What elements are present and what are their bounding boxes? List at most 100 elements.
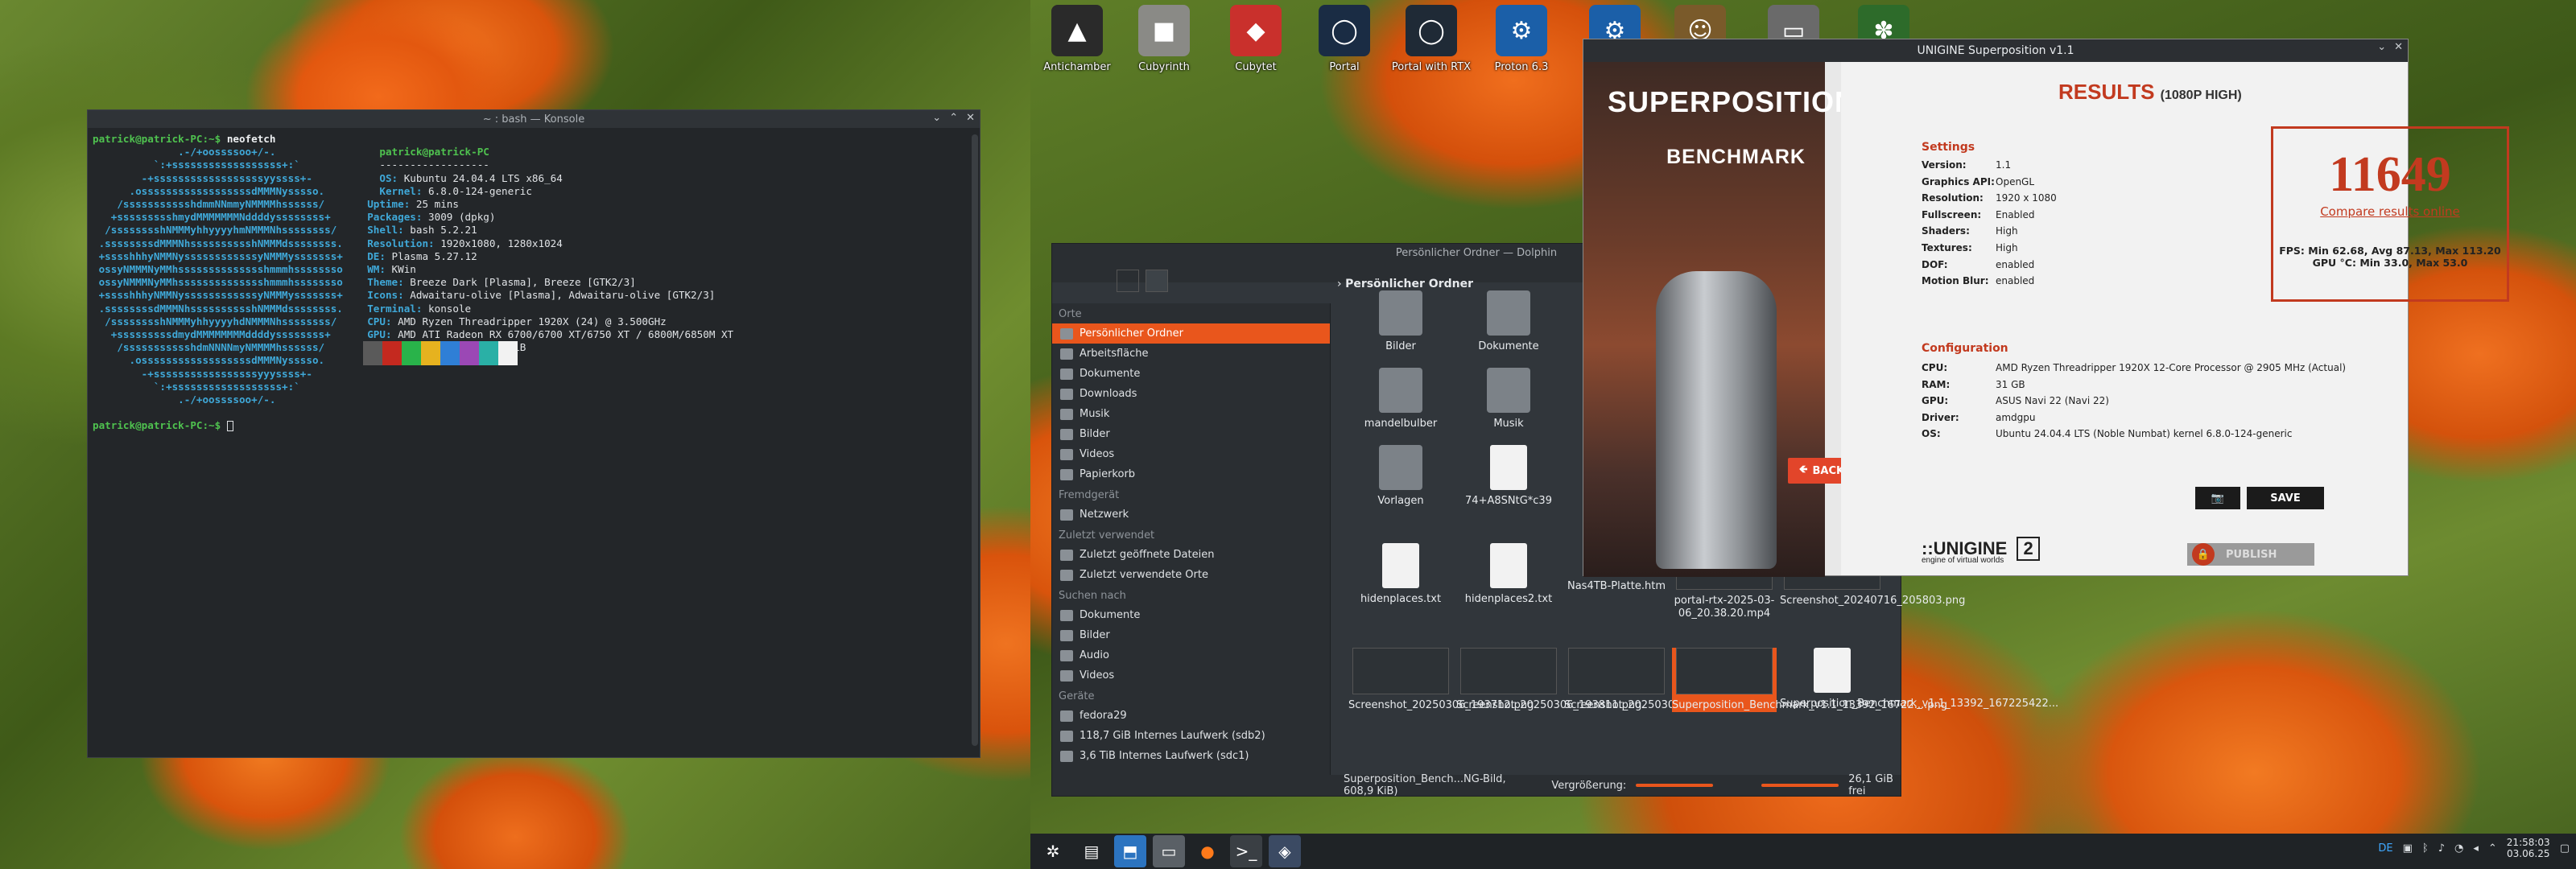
- place-item[interactable]: fedora29: [1052, 706, 1330, 726]
- place-item[interactable]: Audio: [1052, 645, 1330, 665]
- breadcrumb[interactable]: › Persönlicher Ordner: [1337, 278, 1473, 290]
- file-item[interactable]: Bilder: [1348, 290, 1453, 353]
- details-view-button[interactable]: [1146, 270, 1168, 292]
- zoom-slider[interactable]: [1636, 784, 1714, 787]
- file-item[interactable]: Screenshot_20250306_193811.png: [1456, 648, 1641, 712]
- place-item[interactable]: Downloads: [1052, 384, 1330, 404]
- file-item[interactable]: Musik: [1456, 368, 1561, 430]
- file-item[interactable]: mandelbulber: [1348, 368, 1453, 430]
- taskbar: ✲ ▤ ⬒ ▭ ● >_ ◈ DE ▣ ᛒ ♪ ◔ ◂ ⌃ 21:58:03 03…: [1030, 834, 2576, 869]
- superposition-titlebar[interactable]: UNIGINE Superposition v1.1 ⌄ ✕: [1583, 39, 2408, 62]
- ascii-art: .-/+oossssoo+/-.: [93, 146, 361, 159]
- place-item[interactable]: Dokumente: [1052, 605, 1330, 625]
- network-icon[interactable]: ◔: [2454, 842, 2463, 855]
- terminal-line: +sssssssssdmydMMMMMMMMddddyssssssss+ GPU…: [93, 328, 975, 341]
- terminal-line: .-/+oossssoo+/-. patrick@patrick-PC: [93, 146, 975, 159]
- thumbnail: [1352, 648, 1449, 694]
- konsole-window[interactable]: ~ : bash — Konsole ⌄ ⌃ ✕ patrick@patrick…: [87, 109, 980, 758]
- terminal-line: ossyNMMMNyMMhsssssssssssssshmmmhssssssso…: [93, 276, 975, 289]
- place-item[interactable]: Zuletzt geöffnete Dateien: [1052, 545, 1330, 565]
- clock[interactable]: 21:58:03 03.06.25: [2507, 837, 2550, 859]
- terminal-scrollbar[interactable]: [972, 134, 978, 746]
- place-item[interactable]: 118,7 GiB Internes Laufwerk (sdb2): [1052, 726, 1330, 746]
- file-item[interactable]: hidenplaces2.txt: [1456, 543, 1561, 606]
- place-item[interactable]: 3,6 TiB Internes Laufwerk (sdc1): [1052, 746, 1330, 766]
- info-value: AMD Ryzen Threadripper 1920X (24) @ 3.50…: [391, 315, 667, 327]
- file-item[interactable]: hidenplaces.txt: [1348, 543, 1453, 606]
- place-item[interactable]: Netzwerk: [1052, 505, 1330, 525]
- info-row: Textures: High: [1922, 240, 2057, 257]
- terminal-output[interactable]: patrick@patrick-PC:~$ neofetch .-/+oosss…: [88, 128, 980, 438]
- place-item[interactable]: Papierkorb: [1052, 464, 1330, 484]
- folder-icon: [1060, 509, 1073, 521]
- discover-icon[interactable]: ⬒: [1114, 835, 1146, 867]
- superposition-window[interactable]: UNIGINE Superposition v1.1 ⌄ ✕ SUPERPOSIT…: [1583, 39, 2509, 577]
- folder-icon: [1060, 750, 1073, 762]
- folder-icon: [1487, 368, 1530, 413]
- file-item[interactable]: 74+A8SNtG*c39: [1456, 445, 1561, 508]
- publish-button[interactable]: 🔒 PUBLISH: [2187, 543, 2314, 566]
- screenshot-button[interactable]: 📷: [2195, 487, 2240, 509]
- file-item[interactable]: Vorlagen: [1348, 445, 1453, 508]
- place-item[interactable]: Dokumente: [1052, 364, 1330, 384]
- icon-view-button[interactable]: [1117, 270, 1139, 292]
- place-label: Videos: [1080, 669, 1115, 682]
- place-item[interactable]: Zuletzt verwendete Orte: [1052, 565, 1330, 585]
- minimize-icon[interactable]: ⌄: [2377, 41, 2386, 53]
- color-swatches: [363, 341, 518, 366]
- place-item[interactable]: Musik: [1052, 404, 1330, 424]
- desktop-icon[interactable]: ■ Cubyrinth: [1124, 5, 1204, 73]
- desktop-icon-label: Antichamber: [1043, 61, 1111, 73]
- desktop-icon[interactable]: ◆ Cubytet: [1216, 5, 1296, 73]
- clipboard-icon[interactable]: ▣: [2403, 842, 2413, 855]
- desktop-icon[interactable]: ▲ Antichamber: [1037, 5, 1117, 73]
- place-item[interactable]: Persönlicher Ordner: [1052, 323, 1330, 344]
- ascii-art: `:+ssssssssssssssssss+:`: [93, 159, 361, 171]
- desktop-icon[interactable]: ⚙ Proton 6.3: [1481, 5, 1562, 73]
- info-key: RAM:: [1922, 378, 1951, 390]
- compare-link[interactable]: Compare results online: [2273, 204, 2507, 219]
- desktop-icon[interactable]: ◯ Portal: [1304, 5, 1385, 73]
- thumbnail: [1568, 648, 1665, 694]
- close-icon[interactable]: ✕: [2394, 41, 2403, 53]
- info-key: Theme:: [367, 276, 404, 289]
- file-item[interactable]: Screenshot_20250306_195813.png: [1564, 648, 1749, 712]
- file-item[interactable]: Superposition_Benchmark_v1.1_13392_16722…: [1780, 648, 2058, 710]
- bluetooth-icon[interactable]: ᛒ: [2422, 842, 2429, 855]
- volume-icon[interactable]: ◂: [2473, 842, 2479, 855]
- desktop-icon[interactable]: ◯ Portal with RTX: [1391, 5, 1472, 73]
- file-item[interactable]: Screenshot_20250306_193712.png: [1348, 648, 1534, 712]
- file-name: Musik: [1493, 418, 1524, 430]
- place-item[interactable]: Bilder: [1052, 424, 1330, 444]
- superposition-task-icon[interactable]: ◈: [1269, 835, 1301, 867]
- tray-expand-icon[interactable]: ⌃: [2488, 842, 2497, 855]
- close-icon[interactable]: ✕: [966, 112, 975, 124]
- file-item[interactable]: Superposition_Benchmark_v1.1_13392_16722…: [1672, 648, 1947, 712]
- place-item[interactable]: Arbeitsfläche: [1052, 344, 1330, 364]
- info-value: ASUS Navi 22 (Navi 22): [1996, 395, 2109, 407]
- terminal-line: patrick@patrick-PC:~$: [93, 419, 975, 432]
- app-launcher-icon[interactable]: ✲: [1037, 835, 1069, 867]
- info-value: High: [1996, 225, 2018, 237]
- keyboard-layout[interactable]: DE: [2378, 842, 2392, 855]
- minimize-icon[interactable]: ⌄: [932, 112, 941, 124]
- place-item[interactable]: Bilder: [1052, 625, 1330, 645]
- konsole-icon[interactable]: >_: [1230, 835, 1262, 867]
- notifications-icon[interactable]: ♪: [2438, 842, 2445, 855]
- show-desktop-icon[interactable]: ▢: [2560, 842, 2570, 855]
- back-arrow-icon: 🡸: [1798, 463, 1808, 476]
- konsole-titlebar[interactable]: ~ : bash — Konsole ⌄ ⌃ ✕: [88, 110, 980, 128]
- zoom-label: Vergrößerung:: [1551, 779, 1627, 792]
- info-key: OS:: [379, 171, 398, 184]
- maximize-icon[interactable]: ⌃: [949, 112, 958, 124]
- dolphin-icon[interactable]: ▭: [1153, 835, 1185, 867]
- place-item[interactable]: Videos: [1052, 444, 1330, 464]
- settings-icon[interactable]: ▤: [1075, 835, 1108, 867]
- save-button[interactable]: SAVE: [2247, 487, 2324, 509]
- info-value: enabled: [1996, 275, 2035, 287]
- file-item[interactable]: Dokumente: [1456, 290, 1561, 353]
- place-label: Bilder: [1080, 629, 1110, 641]
- firefox-icon[interactable]: ●: [1191, 835, 1224, 867]
- ascii-art: ossyNMMMNyMMhsssssssssssssshmmmhssssssso: [93, 263, 349, 276]
- place-item[interactable]: Videos: [1052, 665, 1330, 686]
